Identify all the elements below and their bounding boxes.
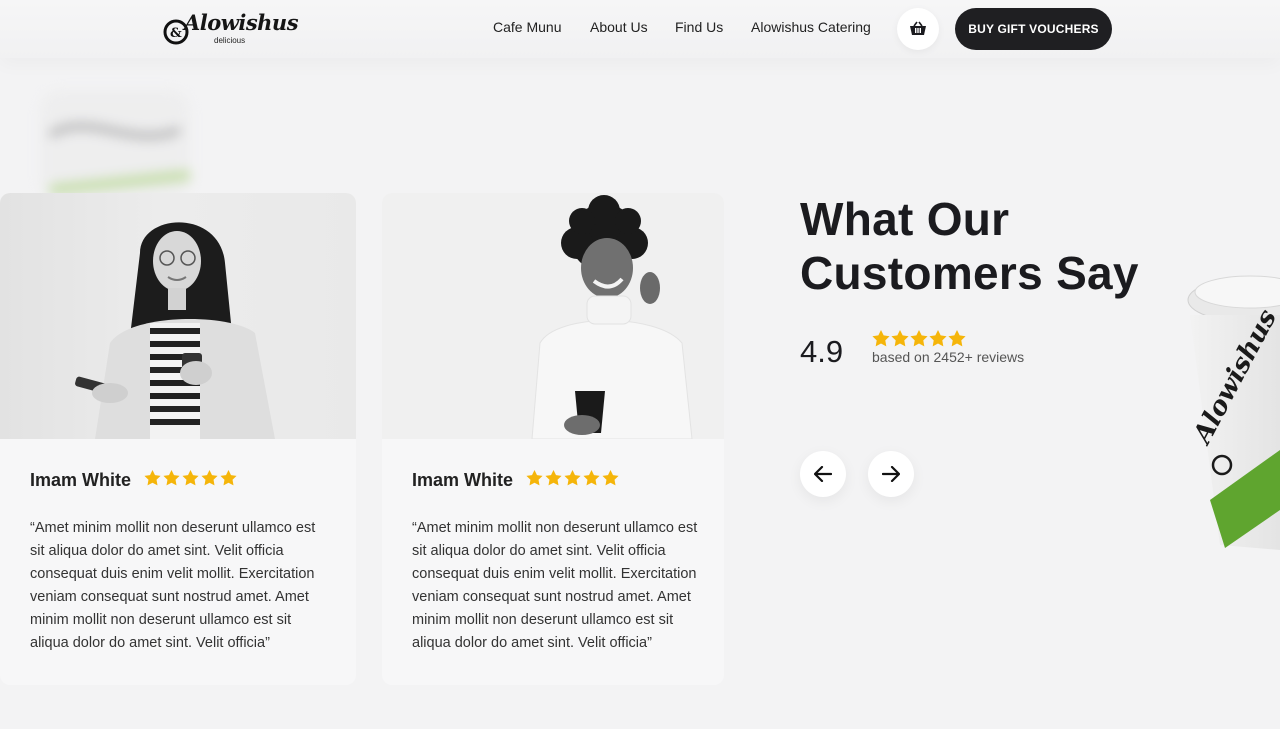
background-cup-blur — [40, 90, 191, 200]
customer-photo — [0, 193, 356, 439]
nav-cafe-menu[interactable]: Cafe Munu — [493, 19, 561, 35]
customer-name: Imam White — [30, 470, 132, 490]
customer-photo — [382, 193, 724, 440]
coffee-cup-image: Alowishus — [1186, 275, 1280, 550]
customer-rating — [144, 470, 237, 486]
basket-icon — [910, 21, 926, 35]
brand-logo[interactable]: & Alowishus delicious — [162, 8, 299, 50]
previous-testimonial-button[interactable] — [800, 451, 846, 497]
star-icon — [545, 470, 562, 486]
site-header: & Alowishus delicious Cafe Munu About Us… — [0, 0, 1280, 58]
star-icon — [144, 470, 161, 486]
nav-about-us[interactable]: About Us — [590, 19, 648, 35]
nav-find-us[interactable]: Find Us — [675, 19, 723, 35]
overall-rating-stars — [872, 330, 966, 347]
arrow-left-icon — [814, 466, 832, 482]
customer-rating — [526, 470, 619, 486]
cart-button[interactable] — [897, 8, 939, 50]
star-icon — [526, 470, 543, 486]
star-icon — [220, 470, 237, 486]
customer-quote: “Amet minim mollit non deserunt ullamco … — [30, 520, 316, 651]
star-icon — [910, 330, 928, 347]
star-icon — [182, 470, 199, 486]
review-count-text: based on 2452+ reviews — [872, 349, 1025, 365]
star-icon — [602, 470, 619, 486]
svg-text:&: & — [170, 26, 182, 41]
logo-subtext: delicious — [214, 36, 246, 45]
overall-rating-value: 4.9 — [800, 334, 844, 369]
star-icon — [201, 470, 218, 486]
buy-gift-vouchers-button[interactable]: BUY GIFT VOUCHERS — [955, 8, 1112, 50]
next-testimonial-button[interactable] — [868, 451, 914, 497]
star-icon — [872, 330, 890, 347]
star-icon — [583, 470, 600, 486]
star-icon — [163, 470, 180, 486]
star-icon — [564, 470, 581, 486]
arrow-right-icon — [882, 466, 900, 482]
testimonial-card: Imam White “Amet minim mollit non deseru… — [0, 193, 356, 685]
section-title-line-2: Customers Say — [800, 247, 1139, 299]
customer-quote: “Amet minim mollit non deserunt ullamco … — [412, 520, 698, 651]
star-icon — [929, 330, 947, 347]
logo-text: Alowishus — [184, 10, 299, 35]
star-icon — [891, 330, 909, 347]
star-icon — [948, 330, 966, 347]
section-title-line-1: What Our — [800, 193, 1010, 245]
nav-catering[interactable]: Alowishus Catering — [751, 19, 871, 35]
customer-name: Imam White — [412, 470, 514, 490]
testimonial-card: Imam White “Amet minim mollit non deseru… — [382, 193, 724, 685]
section-title: What Our Customers Say — [800, 192, 1170, 300]
